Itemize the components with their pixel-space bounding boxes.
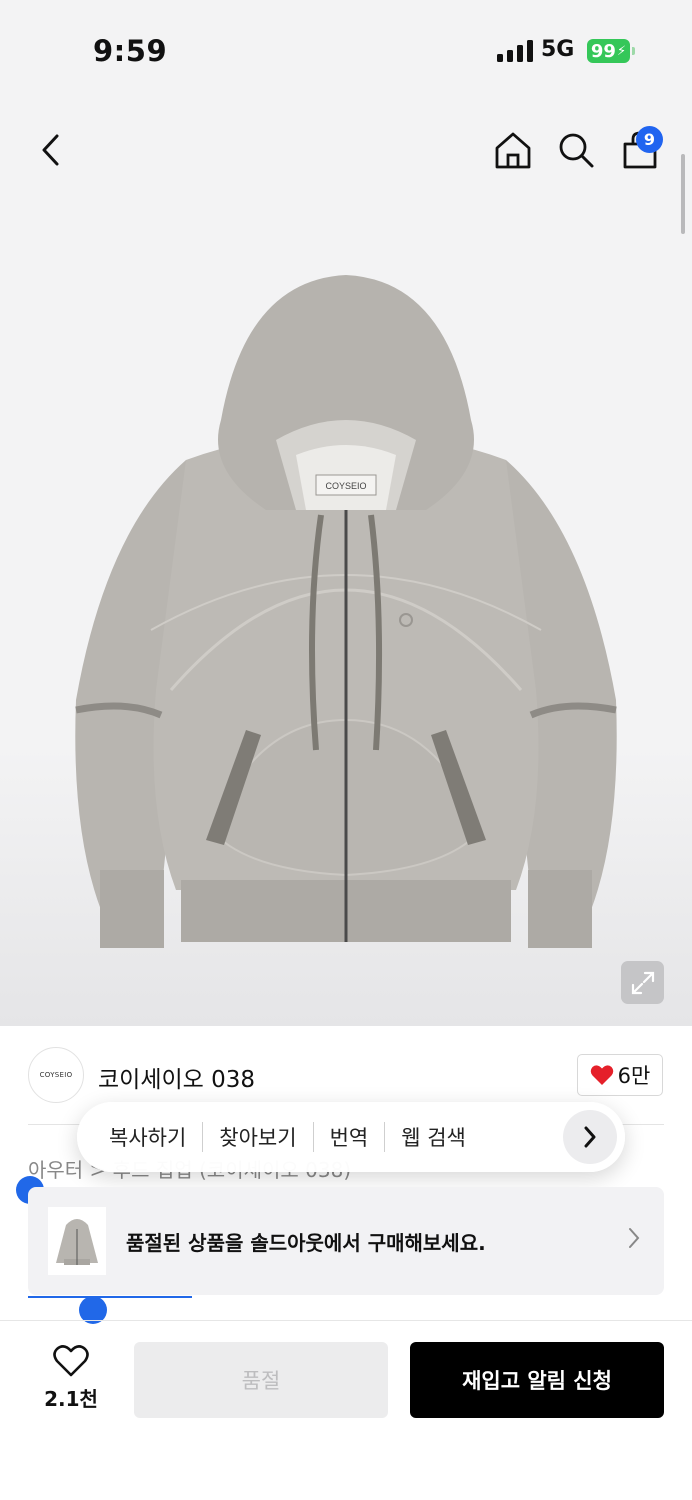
brand-name[interactable]: 코이세이오 038 bbox=[98, 1060, 255, 1094]
brand-logo[interactable]: COYSEIO bbox=[28, 1047, 84, 1103]
back-button[interactable] bbox=[28, 126, 72, 174]
brand-like-count: 6만 bbox=[617, 1064, 651, 1088]
divider bbox=[0, 1320, 692, 1321]
brand-logo-text: COYSEIO bbox=[39, 1071, 73, 1079]
search-icon bbox=[559, 133, 594, 168]
battery-level: 99 bbox=[590, 40, 616, 62]
heart-outline-icon bbox=[53, 1345, 89, 1377]
expand-image-button[interactable] bbox=[621, 961, 664, 1004]
cellular-signal-icon bbox=[497, 40, 533, 62]
wishlist-count: 2.1천 bbox=[44, 1387, 98, 1411]
heart-filled-icon bbox=[590, 1065, 613, 1085]
chevron-right-icon bbox=[629, 1228, 640, 1248]
brand-like-button[interactable]: 6만 bbox=[577, 1054, 663, 1096]
product-hoodie-image: COYSEIO bbox=[75, 275, 617, 948]
scrollbar[interactable] bbox=[681, 154, 685, 234]
banner-text: 품절된 상품을 솔드아웃에서 구매해보세요. bbox=[126, 1230, 486, 1255]
menu-item-translate[interactable]: 번역 bbox=[314, 1122, 386, 1152]
home-button[interactable] bbox=[490, 126, 536, 174]
hoodie-label-text: COYSEIO bbox=[325, 481, 366, 491]
selection-underline bbox=[28, 1296, 192, 1298]
chevron-right-icon bbox=[584, 1126, 596, 1148]
expand-icon bbox=[631, 971, 654, 994]
banner-product-thumbnail bbox=[48, 1207, 106, 1275]
menu-item-copy[interactable]: 복사하기 bbox=[93, 1122, 204, 1152]
menu-item-web-search[interactable]: 웹 검색 bbox=[385, 1122, 482, 1152]
soldout-button[interactable]: 품절 bbox=[134, 1342, 388, 1418]
menu-more-button[interactable] bbox=[563, 1110, 617, 1164]
wishlist-button[interactable]: 2.1천 bbox=[40, 1345, 102, 1415]
status-bar: 9:59 5G 99 ⚡ bbox=[0, 0, 692, 100]
menu-item-lookup[interactable]: 찾아보기 bbox=[203, 1122, 314, 1152]
restock-alert-button[interactable]: 재입고 알림 신청 bbox=[410, 1342, 664, 1418]
soldout-banner[interactable]: 품절된 상품을 솔드아웃에서 구매해보세요. bbox=[28, 1187, 664, 1295]
network-type: 5G bbox=[541, 37, 575, 62]
status-time: 9:59 bbox=[93, 34, 168, 68]
cart-count-badge: 9 bbox=[636, 126, 663, 153]
search-button[interactable] bbox=[554, 126, 598, 174]
battery-icon: 99 ⚡ bbox=[587, 39, 635, 63]
text-selection-menu: 복사하기 찾아보기 번역 웹 검색 bbox=[77, 1102, 625, 1172]
chevron-left-icon bbox=[42, 134, 59, 166]
home-icon bbox=[495, 132, 531, 169]
